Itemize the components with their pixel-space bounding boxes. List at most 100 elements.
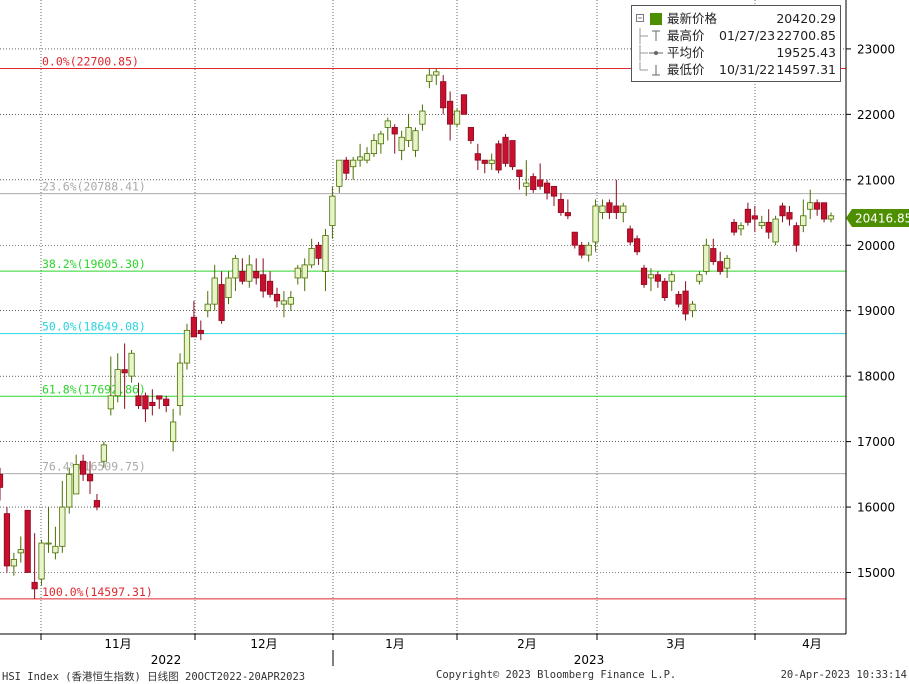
- candle-body: [453, 110, 461, 125]
- candle-body: [211, 277, 218, 305]
- candle-down: [564, 199, 571, 220]
- candle-down: [516, 169, 523, 190]
- candle-up: [52, 526, 59, 560]
- candle-body: [467, 127, 475, 141]
- candle-body: [606, 202, 613, 213]
- y-tick-label: 17000: [857, 435, 895, 449]
- candle-down: [751, 205, 758, 233]
- candle-down: [197, 320, 204, 341]
- candle-body: [751, 215, 758, 220]
- candle-down: [557, 192, 565, 216]
- y-tick-label: 21000: [857, 173, 895, 187]
- last-price-marker: 20416.85: [846, 208, 909, 227]
- candle-up: [45, 507, 52, 553]
- candle-body: [419, 110, 426, 125]
- candle-up: [689, 300, 696, 318]
- candle-up: [488, 153, 495, 170]
- candle-body: [654, 274, 661, 282]
- candle-body: [640, 267, 648, 285]
- candle-up: [170, 408, 177, 452]
- legend-row-high: 最高价 01/27/23 22700.85: [636, 28, 836, 44]
- legend-label: 最高价: [667, 28, 705, 43]
- candle-body: [474, 153, 481, 161]
- candle-body: [377, 133, 384, 145]
- candle-up: [308, 238, 315, 269]
- candle-body: [128, 352, 135, 377]
- candle-body: [149, 401, 156, 407]
- y-tick-label: 23000: [857, 42, 895, 56]
- chart-legend: 最新价格 20420.29 最高价 01/27/23 22700.85 平均价 …: [631, 5, 841, 82]
- candle-body: [564, 212, 571, 217]
- candle-up: [66, 467, 73, 514]
- candle-body: [156, 395, 163, 400]
- y-tick-label: 16000: [857, 501, 895, 515]
- legend-value: 22700.85: [776, 28, 836, 43]
- candle-body: [440, 81, 447, 109]
- candle-down: [786, 205, 793, 226]
- footer-timestamp: 20-Apr-2023 10:33:14: [780, 669, 907, 681]
- candle-body: [73, 464, 80, 495]
- candlestick-chart: 0.0%(22700.85) 23.6%(20788.41) 38.2%(19605…: [0, 0, 909, 667]
- legend-row-last: 最新价格 20420.29: [636, 11, 836, 27]
- candle-up: [377, 130, 384, 154]
- candle-up: [433, 68, 440, 85]
- y-tick-label: 18000: [857, 370, 895, 384]
- candle-body: [405, 127, 412, 141]
- candle-body: [509, 140, 516, 168]
- candle-body: [204, 303, 211, 312]
- candle-down: [820, 202, 828, 223]
- candle-body: [59, 506, 66, 547]
- candle-down: [543, 179, 551, 200]
- candle-up: [336, 159, 343, 193]
- candle-body: [3, 513, 11, 567]
- candle-up: [128, 349, 135, 383]
- candle-up: [350, 156, 357, 180]
- candle-body: [170, 421, 177, 442]
- candle-body: [93, 500, 101, 508]
- candle-body: [585, 244, 592, 256]
- candle-body: [239, 271, 246, 282]
- candle-body: [86, 473, 94, 482]
- y-tick-label: 22000: [857, 108, 895, 122]
- candle-body: [737, 225, 745, 230]
- candle-body: [260, 274, 267, 292]
- candle-up: [647, 268, 655, 292]
- candle-body: [537, 179, 544, 187]
- candle-up: [592, 199, 599, 252]
- candle-down: [343, 156, 350, 180]
- candle-down: [239, 258, 246, 285]
- candle-down: [260, 258, 267, 298]
- candle-up: [176, 353, 184, 416]
- candle-body: [717, 261, 724, 272]
- x-year-label: 2023: [574, 653, 605, 667]
- candle-body: [724, 257, 731, 269]
- legend-label: 最低价: [667, 62, 705, 77]
- candle-up: [59, 480, 66, 553]
- candle-down: [537, 163, 544, 190]
- x-month-label: 11月: [104, 637, 131, 651]
- candle-up: [301, 258, 308, 292]
- candle-body: [100, 444, 107, 462]
- candle-down: [163, 395, 170, 413]
- candle-body: [66, 473, 73, 508]
- candle-body: [10, 559, 17, 567]
- legend-high-icon: [639, 28, 660, 44]
- fib-level-label: 76.4%(16509.75): [42, 460, 146, 474]
- candle-up: [384, 117, 391, 141]
- candle-up: [322, 228, 329, 292]
- candle-body: [620, 205, 627, 213]
- candle-body: [370, 140, 378, 155]
- candle-body: [530, 176, 537, 191]
- fib-level-label: 38.2%(19605.30): [42, 257, 146, 271]
- candle-body: [647, 274, 655, 279]
- candle-down: [149, 389, 156, 416]
- candle-body: [363, 153, 371, 161]
- candle-body: [820, 202, 828, 220]
- candle-body: [827, 215, 835, 220]
- candle-up: [737, 222, 745, 236]
- y-tick-label: 19000: [857, 304, 895, 318]
- candle-body: [176, 362, 184, 407]
- candle-body: [689, 303, 696, 312]
- candle-body: [356, 156, 364, 161]
- legend-value: 14597.31: [776, 62, 836, 77]
